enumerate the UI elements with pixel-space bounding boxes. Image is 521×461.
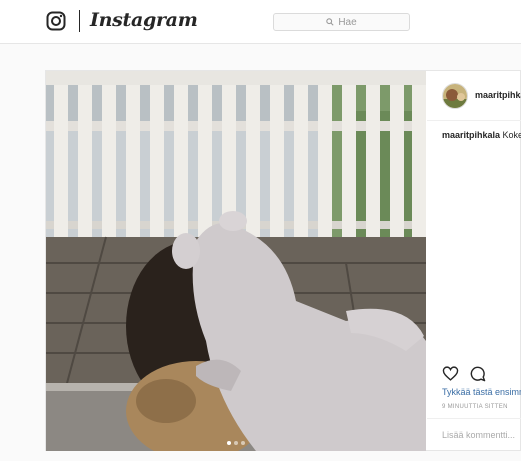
caption-username[interactable]: maaritpihkala [442,130,500,140]
post-timestamp: 9 MINUUTTIA SITTEN [442,404,508,410]
caption-text: Kokeil [502,130,521,140]
comment-icon[interactable] [469,365,486,382]
top-nav-bar: Instagram Hae [0,0,521,44]
likes-text[interactable]: Tykkää tästä ensimm [442,387,521,397]
post-caption: maaritpihkala Kokeil [442,130,521,140]
photo-image [46,71,426,451]
post-header: maaritpihkala [427,71,521,121]
search-placeholder: Hae [338,16,357,28]
post-card: maaritpihkala maaritpihkala Kokeil Tykkä… [45,70,521,451]
post-actions [442,365,486,382]
comment-input[interactable]: Lisää kommentti... [442,430,515,440]
carousel-dot[interactable] [227,441,231,445]
instagram-wordmark[interactable]: Instagram [90,9,198,31]
logo-divider [79,10,80,32]
instagram-camera-icon[interactable] [46,11,66,31]
search-icon [326,18,334,26]
avatar[interactable] [442,83,468,109]
search-input[interactable]: Hae [273,13,410,31]
carousel-dot[interactable] [241,441,245,445]
avatar-image [443,84,467,108]
post-photo[interactable] [46,71,426,451]
heart-icon[interactable] [442,365,459,382]
comment-section: Lisää kommentti... [427,418,521,451]
post-side-panel: maaritpihkala maaritpihkala Kokeil Tykkä… [427,71,521,451]
carousel-dot[interactable] [234,441,238,445]
post-username[interactable]: maaritpihkala [475,90,521,100]
carousel-indicator [46,441,426,445]
